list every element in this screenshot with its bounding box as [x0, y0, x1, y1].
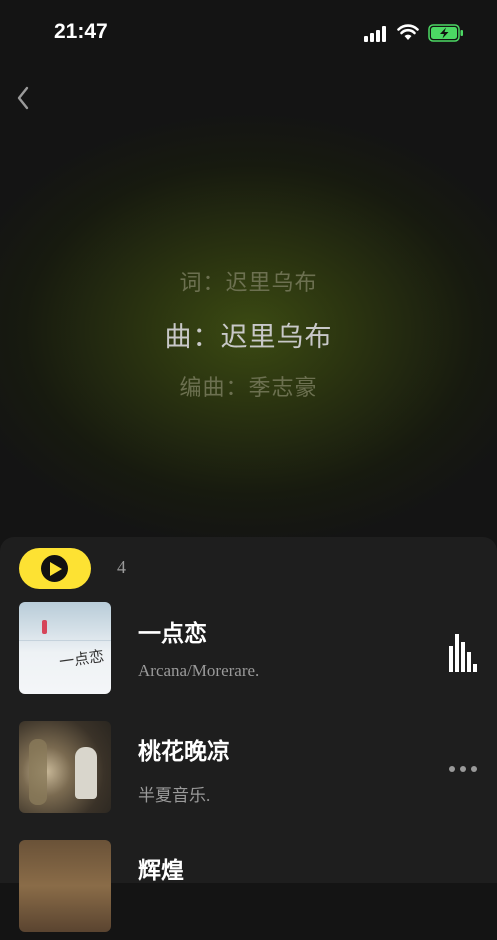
song-title: 桃花晚凉: [138, 739, 230, 765]
song-artist: Arcana/Morerare.: [138, 661, 260, 680]
album-cover: 一点恋: [19, 602, 111, 694]
play-icon: [41, 555, 68, 582]
song-artist: 半夏音乐.: [138, 786, 211, 805]
album-cover: [19, 721, 111, 813]
playlist-sheet: 4 一点恋 一点恋 Arcana/Morerare. 桃花晚凉 半夏音乐. 辉煌: [0, 537, 497, 932]
back-chevron-icon[interactable]: [12, 84, 36, 112]
battery-charging-icon: [428, 24, 463, 42]
status-bar: 21:47: [0, 0, 497, 66]
song-row[interactable]: 一点恋 一点恋 Arcana/Morerare.: [0, 601, 497, 701]
cellular-signal-icon: [364, 26, 390, 42]
lyricist-credit: 词：迟里乌布: [179, 271, 318, 296]
play-all-button[interactable]: [19, 548, 91, 589]
song-row[interactable]: 桃花晚凉 半夏音乐.: [0, 721, 497, 821]
composer-credit: 曲：迟里乌布: [164, 322, 333, 353]
status-time: 21:47: [54, 20, 108, 43]
song-title: 辉煌: [138, 858, 184, 884]
arranger-credit: 编曲：季志豪: [179, 376, 318, 401]
more-options-icon[interactable]: [449, 764, 479, 774]
cover-title: 一点恋: [58, 646, 106, 672]
song-count: 4: [117, 557, 126, 577]
song-title: 一点恋: [138, 621, 207, 647]
now-playing-equalizer-icon: [449, 634, 479, 672]
wifi-icon: [397, 24, 419, 40]
lyrics-credits: 词：迟里乌布 曲：迟里乌布 编曲：季志豪: [0, 265, 497, 420]
song-row[interactable]: 辉煌: [0, 840, 497, 940]
album-cover: [19, 840, 111, 932]
